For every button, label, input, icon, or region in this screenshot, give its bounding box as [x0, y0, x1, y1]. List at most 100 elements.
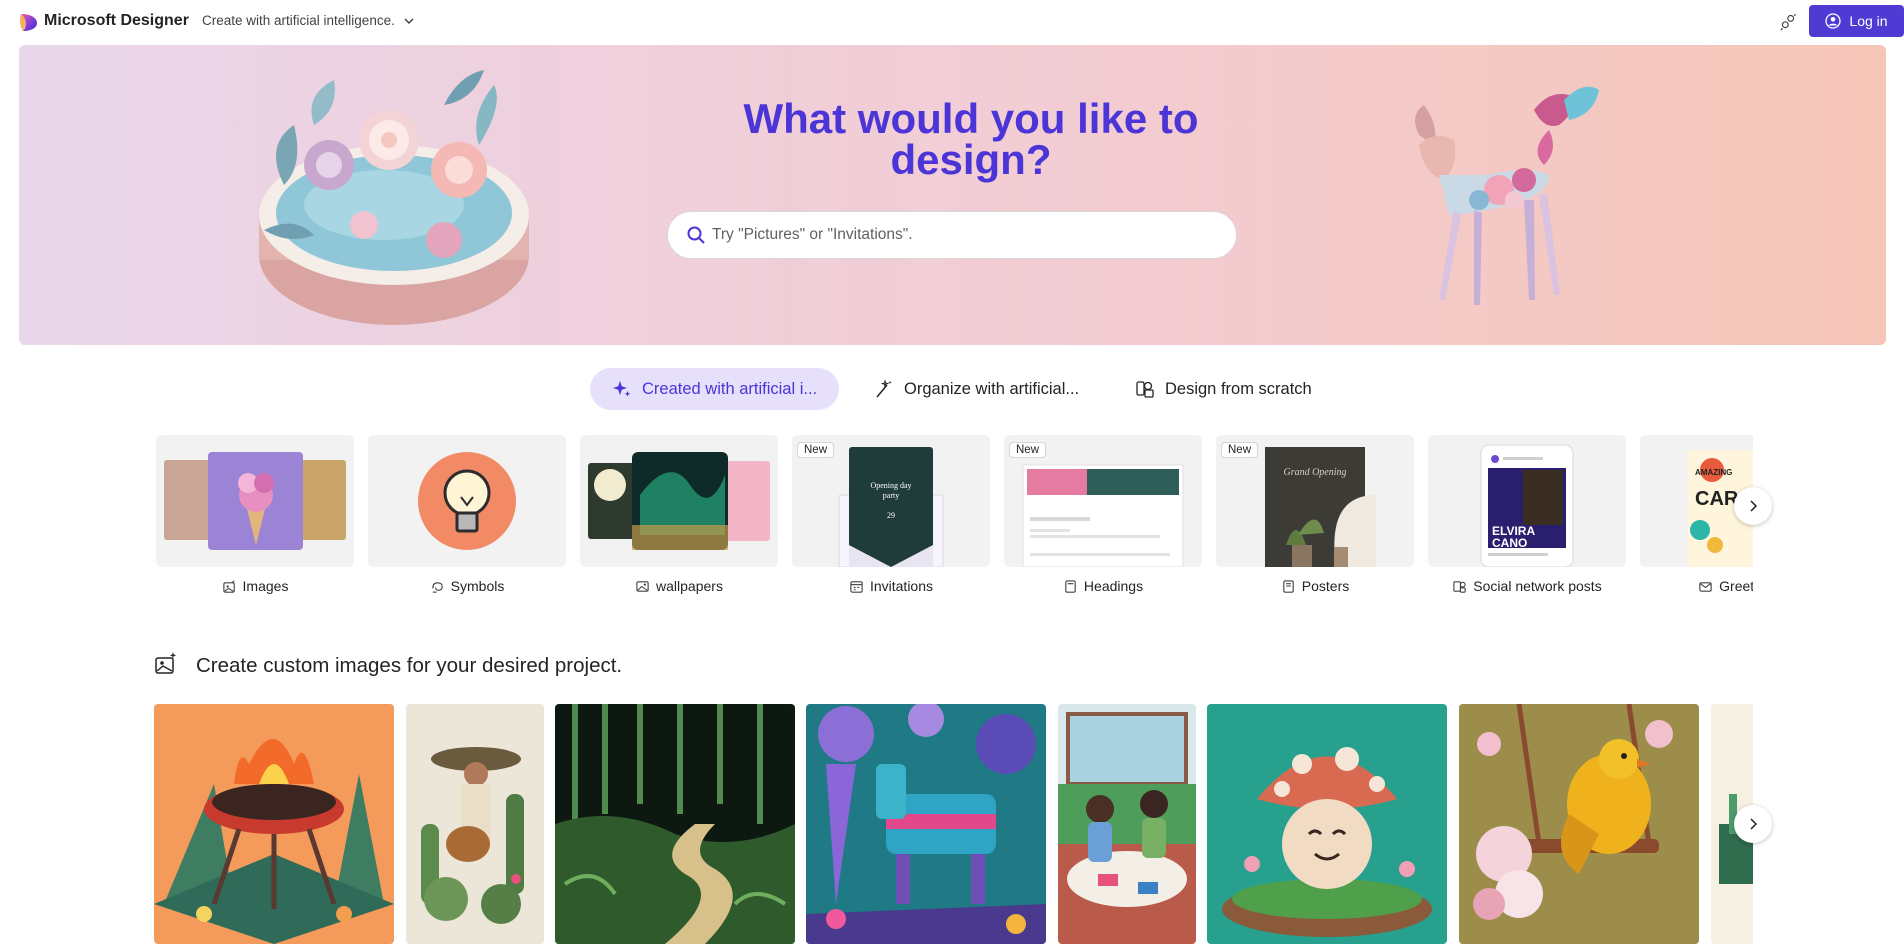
tab-label: Design from scratch	[1165, 379, 1312, 398]
category-symbols[interactable]: Symbols	[368, 435, 566, 594]
tab-created-with-ai[interactable]: Created with artificial i...	[590, 368, 840, 410]
image-sparkle-icon	[222, 579, 235, 593]
top-bar: Microsoft Designer Create with artificia…	[0, 0, 1904, 42]
sparkle-icon	[613, 381, 631, 397]
invitation-card-date: 29	[887, 511, 895, 520]
section-title: Create custom images for your desired pr…	[196, 654, 623, 677]
new-badge: New	[797, 442, 835, 458]
social-card-name-2: CANO	[1492, 536, 1527, 550]
calendar-icon	[850, 580, 863, 593]
tab-organize-with-ai[interactable]: Organize with artificial...	[852, 368, 1101, 410]
share-link-icon	[1780, 13, 1797, 31]
gallery-image-mushroom-character[interactable]	[1207, 704, 1447, 944]
chevron-right-icon	[1750, 500, 1758, 512]
yellow-bird-illustration	[1459, 704, 1699, 944]
magic-wand-icon	[876, 379, 892, 398]
categories-next-button[interactable]	[1734, 487, 1772, 525]
social-post-icon	[1453, 580, 1466, 593]
category-label: wallpapers	[580, 578, 778, 594]
wallpapers-preview	[588, 452, 770, 550]
category-card[interactable]	[156, 435, 354, 567]
category-label: Symbols	[368, 578, 566, 594]
hero-title: What would you like to design?	[743, 95, 1199, 183]
deer-butterfly-illustration	[1415, 86, 1599, 305]
category-invitations[interactable]: New Opening day party 29 Invitations	[792, 435, 990, 594]
category-name: Posters	[1301, 578, 1350, 594]
chevron-down-icon	[404, 17, 414, 24]
image-gallery	[154, 704, 1753, 948]
gallery-image-cactus-guitar[interactable]	[406, 704, 544, 944]
new-badge: New	[1009, 442, 1047, 458]
login-button[interactable]: Log in	[1809, 5, 1904, 37]
category-label: Images	[156, 578, 354, 594]
category-card[interactable]: New Grand Opening	[1216, 435, 1414, 567]
category-images[interactable]: Images	[156, 435, 354, 594]
tab-label: Organize with artificial...	[904, 379, 1080, 398]
gallery-image-barbecue[interactable]	[154, 704, 394, 944]
tab-label: Created with artificial i...	[642, 379, 818, 398]
invitation-card-subtitle: party	[883, 491, 899, 500]
create-mode-dropdown[interactable]: Create with artificial intelligence.	[202, 13, 415, 28]
gallery-image-kids-reading[interactable]	[1058, 704, 1196, 944]
user-circle-icon	[1825, 13, 1842, 29]
gallery-image-forest-path[interactable]	[555, 704, 795, 944]
gallery-image-pinata-party[interactable]	[806, 704, 1046, 944]
share-button[interactable]	[1776, 10, 1800, 34]
images-preview	[164, 452, 346, 550]
category-label: Greetings	[1640, 578, 1753, 594]
category-name: Invitations	[869, 578, 934, 594]
category-name: wallpapers	[656, 578, 723, 594]
category-label: Social network posts	[1428, 578, 1626, 594]
gallery-image-yellow-bird[interactable]	[1459, 704, 1699, 944]
social-posts-preview: ELVIRA CANO	[1480, 444, 1574, 567]
category-label: Headings	[1004, 578, 1202, 594]
tab-design-from-scratch[interactable]: Design from scratch	[1113, 368, 1334, 410]
search-icon	[687, 226, 705, 244]
pinata-party-illustration	[806, 704, 1046, 944]
category-name: Headings	[1083, 578, 1144, 594]
cactus-guitar-illustration	[406, 704, 544, 944]
login-label: Log in	[1849, 13, 1888, 29]
barbecue-illustration	[154, 704, 394, 944]
invitation-card-title: Opening day	[870, 481, 911, 490]
search-input[interactable]	[712, 220, 1212, 250]
category-card[interactable]: New	[1004, 435, 1202, 567]
flower-pond-illustration	[259, 70, 529, 325]
category-posters[interactable]: New Grand Opening Posters	[1216, 435, 1414, 594]
category-carousel: Images Symbols wallpapers New Opening da…	[156, 435, 1753, 605]
gallery-next-button[interactable]	[1734, 805, 1772, 843]
category-card[interactable]: New Opening day party 29	[792, 435, 990, 567]
poster-card-text: Grand Opening	[1283, 467, 1346, 478]
category-card[interactable]	[580, 435, 778, 567]
poster-icon	[1283, 579, 1294, 593]
shapes-icon	[1136, 381, 1154, 398]
brand-name: Microsoft Designer	[44, 12, 189, 29]
hero-banner: What would you like to design?	[19, 45, 1886, 345]
category-name: Symbols	[450, 578, 505, 594]
envelope-icon	[1699, 581, 1712, 592]
category-name: Social network posts	[1473, 578, 1602, 594]
kids-reading-illustration	[1058, 704, 1196, 944]
category-label: Invitations	[792, 578, 990, 594]
symbols-preview	[418, 452, 516, 550]
category-headings[interactable]: New Headings	[1004, 435, 1202, 594]
greeting-card-text-2: CAR	[1695, 488, 1739, 510]
mushroom-character-illustration	[1207, 704, 1447, 944]
category-label: Posters	[1216, 578, 1414, 594]
wallpaper-icon	[636, 580, 649, 592]
category-wallpapers[interactable]: wallpapers	[580, 435, 778, 594]
create-mode-label: Create with artificial intelligence.	[202, 13, 395, 28]
category-card[interactable]	[368, 435, 566, 567]
design-search-box[interactable]	[667, 211, 1237, 259]
chevron-right-icon	[1750, 818, 1758, 830]
symbol-icon	[431, 581, 443, 593]
new-badge: New	[1221, 442, 1259, 458]
designer-logo-icon	[19, 14, 37, 31]
category-card[interactable]: ELVIRA CANO	[1428, 435, 1626, 567]
category-name: Images	[242, 578, 289, 594]
forest-path-illustration	[555, 704, 795, 944]
document-icon	[1065, 579, 1076, 593]
image-sparkle-icon	[155, 652, 177, 674]
category-social-network-posts[interactable]: ELVIRA CANO Social network posts	[1428, 435, 1626, 594]
category-name: Greetings	[1719, 578, 1753, 594]
